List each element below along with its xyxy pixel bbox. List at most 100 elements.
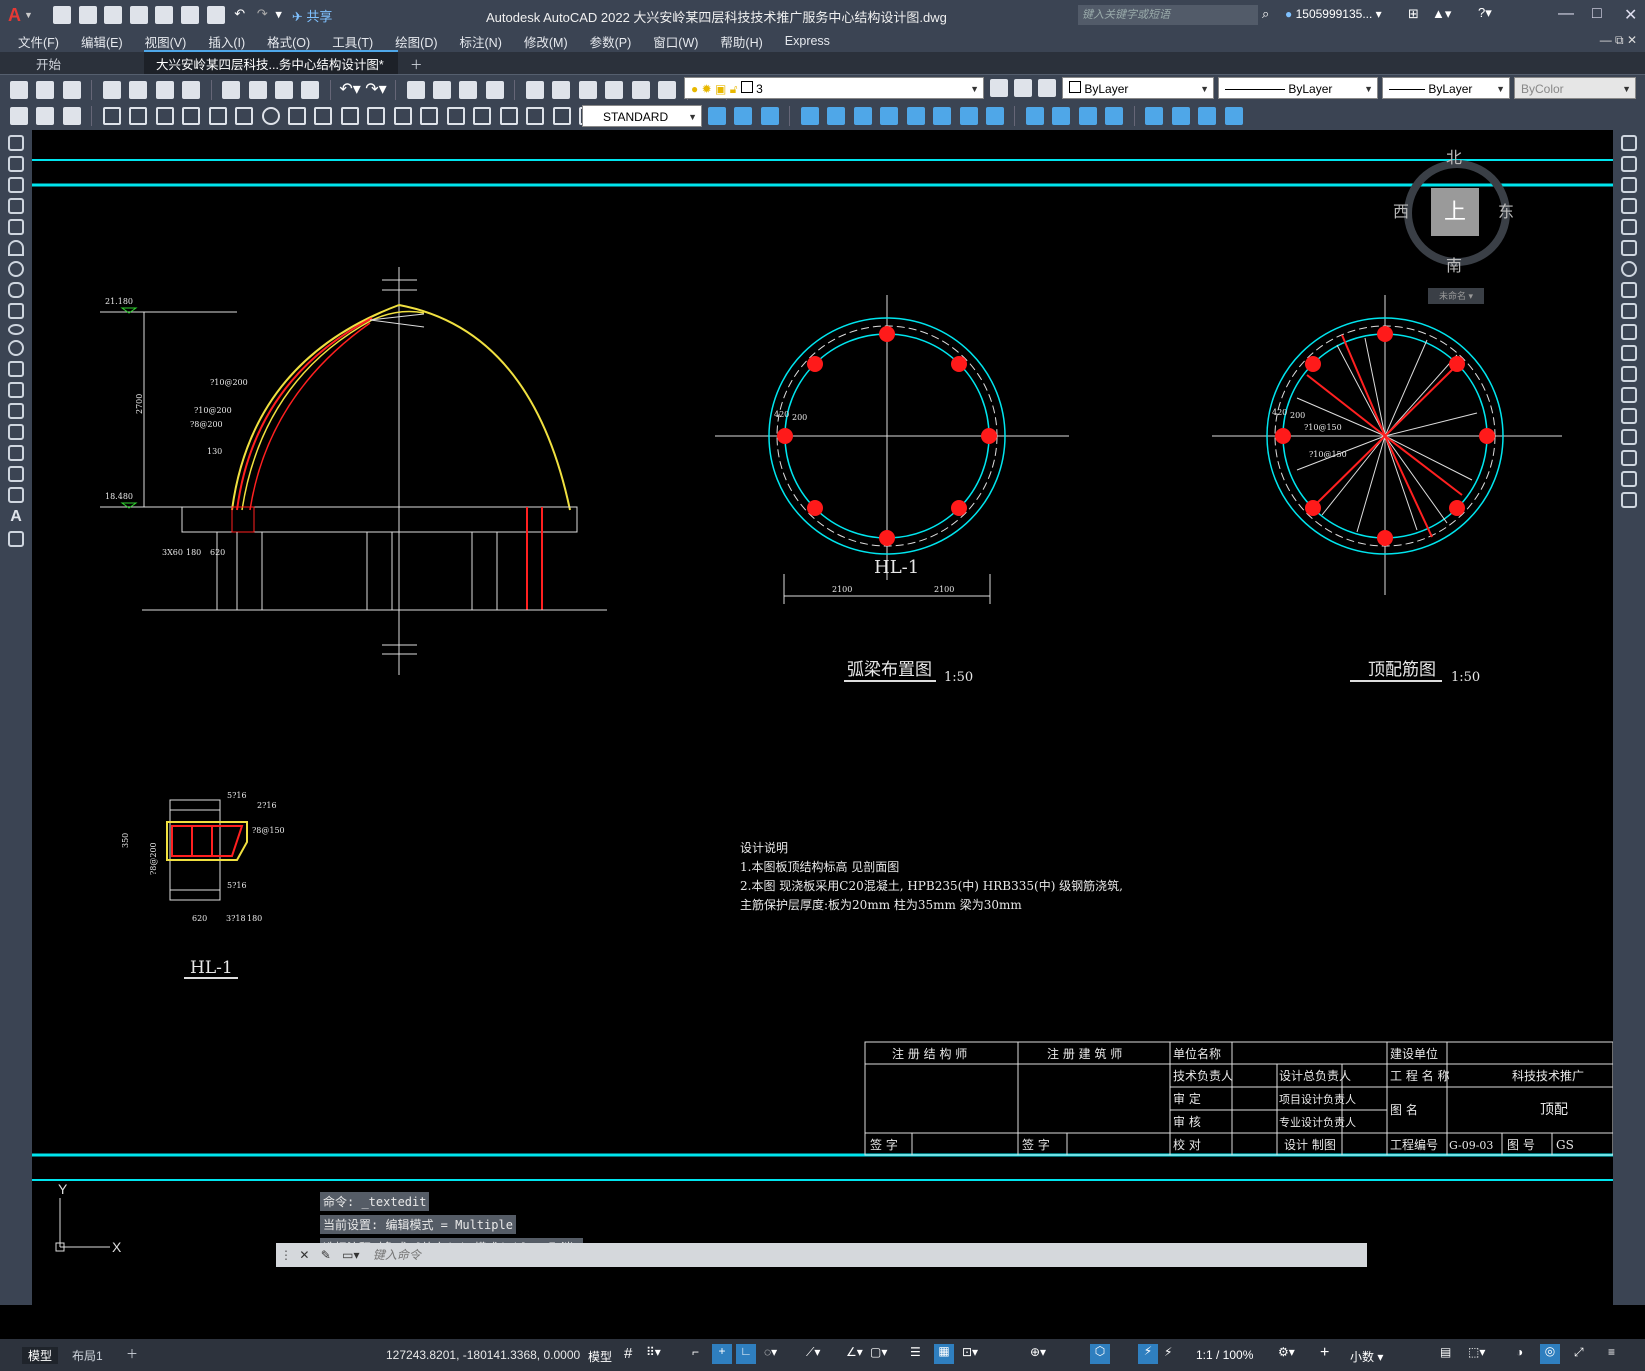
make-block-icon[interactable] [8,382,24,398]
save-web-icon[interactable] [181,6,200,24]
draworder-icon[interactable] [10,107,28,125]
coordinates-display[interactable]: 127243.8201, -180141.3368, 0.0000 [386,1348,580,1362]
blend-icon[interactable] [1621,471,1637,487]
region-icon[interactable] [8,466,24,482]
separate-icon[interactable] [1145,107,1164,125]
menu-dimension[interactable]: 标注(N) [449,32,513,51]
taper-faces-icon[interactable] [933,107,952,125]
qsave-icon[interactable] [62,80,81,99]
menu-modify[interactable]: 修改(M) [513,32,579,51]
undo-icon[interactable]: ↶ [234,6,245,21]
menu-draw[interactable]: 绘图(D) [384,32,448,51]
pan-icon[interactable] [406,80,425,99]
add-layout-button[interactable]: ＋ [126,1345,138,1362]
copy-icon[interactable] [248,80,267,99]
inspection-icon[interactable] [499,107,518,125]
command-grip-icon[interactable]: ⋮ [280,1248,292,1262]
open-icon[interactable] [36,80,55,99]
minimize-button[interactable]: — [1558,5,1574,23]
search-input[interactable]: 键入关键字或短语 [1078,5,1258,25]
move-faces-icon[interactable] [827,107,846,125]
osnap-track-icon[interactable]: ◌▾ [764,1345,777,1359]
union-icon[interactable] [708,107,726,125]
point-icon[interactable] [8,403,24,419]
shell-icon[interactable] [1171,107,1190,125]
hatch-back-icon[interactable] [62,107,81,125]
new-file-icon[interactable] [52,6,71,24]
break-icon[interactable] [1621,387,1637,403]
copy-faces-icon[interactable] [959,107,978,125]
space-icon[interactable] [393,107,412,125]
line-icon[interactable] [8,135,24,151]
cut-icon[interactable] [222,80,241,99]
zoom-realtime-icon[interactable] [433,80,452,99]
extend-icon[interactable] [1621,345,1637,361]
zoom-previous-icon[interactable] [485,80,504,99]
offset-icon[interactable] [1621,198,1637,214]
scale-icon[interactable] [1621,282,1637,298]
save-as-icon[interactable] [129,6,148,24]
clean-screen-icon[interactable]: ⤢ [1574,1345,1584,1360]
autodesk-app-icon[interactable]: ▲▾ [1432,6,1451,22]
offset-faces-icon[interactable] [853,107,872,125]
make-current-layer-icon[interactable] [990,79,1008,97]
center-mark-icon[interactable] [473,107,492,125]
wcs-menu[interactable]: 未命名 ▾ [1428,288,1484,304]
recent-commands-icon[interactable]: ▭▾ [342,1248,359,1262]
close-button[interactable]: ✕ [1624,5,1637,25]
doc-window-controls[interactable]: — ⧉ ✕ [1600,33,1637,48]
isolate-icon[interactable]: ◑ [1516,1345,1523,1359]
add-selected-icon[interactable] [8,531,24,547]
zoom-window-icon[interactable] [459,80,478,99]
spline-icon[interactable] [8,303,24,319]
maximize-button[interactable]: □ [1592,5,1602,23]
settings-gear-icon[interactable]: ⚙▾ [1278,1345,1295,1359]
compass-north[interactable]: 北 [1446,144,1462,168]
print-icon[interactable] [102,80,121,99]
chamfer-icon[interactable] [1621,429,1637,445]
menu-view[interactable]: 视图(V) [134,32,198,51]
array-icon[interactable] [1621,219,1637,235]
quick-props-icon[interactable]: ▤ [1440,1345,1451,1359]
layer-dropdown[interactable]: ● ✹ ▣ 🔓︎ 3 ▼ [684,77,984,99]
paste-icon[interactable] [274,80,293,99]
user-account[interactable]: ● 1505999135... ▾ [1285,7,1382,21]
osnap-icon[interactable]: ∟ [736,1344,756,1364]
viewcube-face-top[interactable]: 上 [1431,188,1479,236]
menu-express[interactable]: Express [774,34,841,48]
angular-icon[interactable] [287,107,306,125]
grid-icon[interactable]: # [624,1345,632,1362]
copy-edges-icon[interactable] [1025,107,1044,125]
matchprop-icon[interactable] [301,80,320,99]
compass-west[interactable]: 西 [1393,198,1409,222]
extrude-faces-icon[interactable] [800,107,819,125]
gradient-icon[interactable] [8,445,24,461]
radius-icon[interactable] [208,107,227,125]
tab-document[interactable]: 大兴安岭某四层科技...务中心结构设计图* ✕ [144,50,398,88]
table-icon[interactable] [8,487,24,503]
properties-icon[interactable] [525,80,544,99]
clean-icon[interactable] [1105,107,1124,125]
polyline-icon[interactable] [8,177,24,193]
mirror-icon[interactable] [1621,177,1637,193]
linear-dim-icon[interactable] [102,107,121,125]
aligned-dim-icon[interactable] [129,107,148,125]
iso-draft-icon[interactable]: ⟋▾ [806,1345,820,1360]
command-input[interactable]: 键入命令 [373,1248,421,1262]
annotation-monitor-icon[interactable]: ⊡▾ [962,1345,978,1359]
transparency-icon[interactable]: ▦ [934,1344,954,1364]
ellipse-icon[interactable] [8,324,24,335]
annotation-visibility-icon[interactable]: ⚡ [1138,1344,1158,1364]
lineweight-dropdown[interactable]: ByLayer ▼ [1382,77,1510,99]
rotate-faces-icon[interactable] [906,107,925,125]
design-center-icon[interactable] [552,80,571,99]
tool-palettes-icon[interactable] [578,80,597,99]
dyn-ucs-icon[interactable]: ∠▾ [846,1345,863,1359]
new-tab-button[interactable]: ＋ [398,52,435,74]
slice-icon[interactable] [1224,107,1243,125]
share-button[interactable]: ✈ 共享 [292,6,333,25]
rotate-icon[interactable] [1621,261,1637,277]
cart-icon[interactable]: ⊞ [1408,6,1419,22]
color-dropdown[interactable]: ByLayer ▼ [1062,77,1214,99]
color-faces-icon[interactable] [985,107,1004,125]
